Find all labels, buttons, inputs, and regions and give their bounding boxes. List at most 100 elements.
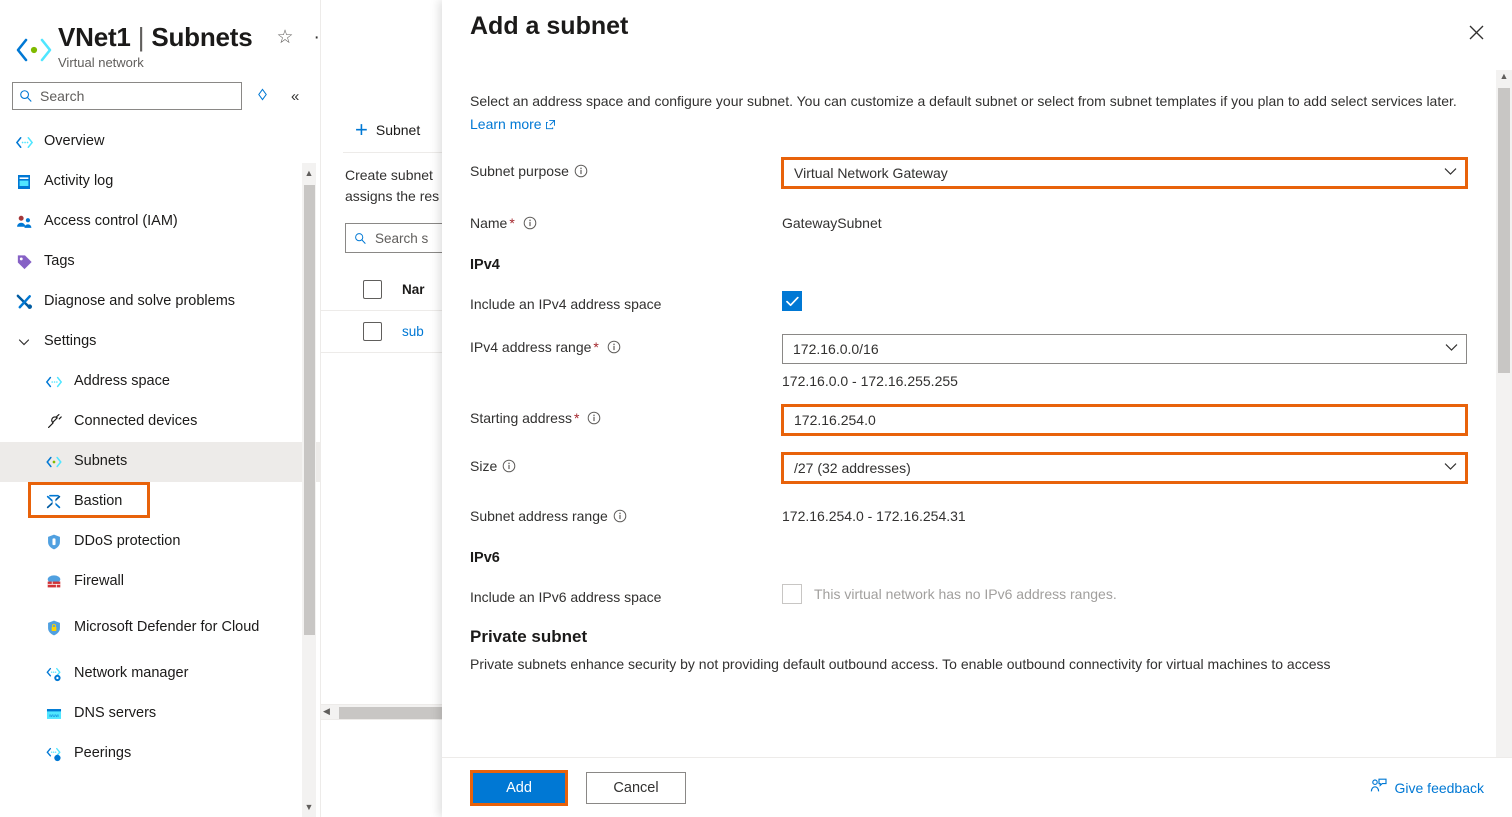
- info-icon[interactable]: [587, 411, 601, 425]
- sidebar-item-label: Diagnose and solve problems: [44, 293, 236, 310]
- subnet-name-link[interactable]: sub: [402, 324, 424, 339]
- private-subnet-heading: Private subnet: [470, 627, 588, 647]
- azure-portal-screen: VNet1 | Subnets ☆ ··· Virtual network Se…: [0, 0, 1512, 817]
- info-icon[interactable]: [574, 164, 588, 178]
- peerings-icon: [44, 744, 64, 764]
- defender-icon: [44, 618, 64, 638]
- sidebar-item-firewall[interactable]: Firewall: [0, 562, 320, 602]
- scroll-up-arrow[interactable]: ▲: [302, 165, 316, 181]
- panel-footer: Add Cancel Give feedback: [442, 757, 1512, 817]
- access-control-icon: [14, 212, 34, 232]
- subnets-search-placeholder: Search s: [375, 230, 429, 246]
- sidebar-scrollbar[interactable]: ▲ ▼: [302, 163, 316, 817]
- scrollbar-thumb[interactable]: [304, 185, 315, 635]
- required-indicator: *: [509, 215, 515, 232]
- sidebar-item-label: Bastion: [74, 493, 123, 510]
- sidebar-item-network-manager[interactable]: Network manager: [0, 654, 320, 694]
- sidebar-item-diagnose[interactable]: Diagnose and solve problems: [0, 282, 320, 322]
- chevron-down-icon: [1444, 462, 1457, 474]
- sidebar-item-connected-devices[interactable]: Connected devices: [0, 402, 320, 442]
- sidebar-item-label: Connected devices: [74, 413, 198, 430]
- field-label: IPv4 address range *: [470, 334, 782, 355]
- subnets-description: Create subnet assigns the res: [321, 153, 450, 207]
- collapse-icon[interactable]: «: [291, 88, 299, 105]
- scroll-down-arrow[interactable]: ▼: [302, 799, 316, 815]
- sidebar-item-peerings[interactable]: Peerings: [0, 734, 320, 774]
- subnets-description-line2: assigns the res: [345, 188, 440, 204]
- size-dropdown[interactable]: /27 (32 addresses): [782, 453, 1467, 484]
- sidebar-item-overview[interactable]: Overview: [0, 122, 320, 162]
- firewall-icon: [44, 572, 64, 592]
- search-icon: [355, 232, 366, 244]
- subnets-search-input[interactable]: Search s: [345, 223, 450, 253]
- scrollbar-thumb[interactable]: [1498, 88, 1510, 373]
- subnets-horizontal-scrollbar[interactable]: ◀: [321, 704, 450, 720]
- tags-icon: [14, 252, 34, 272]
- learn-more-link[interactable]: Learn more: [470, 116, 542, 132]
- ipv4-range-dropdown[interactable]: 172.16.0.0/16: [782, 334, 1467, 365]
- scrollbar-thumb[interactable]: [339, 707, 450, 719]
- check-icon: [785, 296, 799, 306]
- ipv4-range-helper-text: 172.16.0.0 - 172.16.255.255: [782, 373, 958, 390]
- feedback-label: Give feedback: [1394, 779, 1485, 796]
- table-row[interactable]: sub: [321, 311, 450, 353]
- field-label: Include an IPv4 address space: [470, 291, 782, 312]
- search-icon: [20, 90, 32, 102]
- bastion-icon: [44, 492, 64, 512]
- cancel-button[interactable]: Cancel: [586, 771, 686, 804]
- sidebar-item-tags[interactable]: Tags: [0, 242, 320, 282]
- svg-text:www: www: [49, 713, 59, 718]
- include-ipv4-label: Include an IPv4 address space: [470, 296, 662, 313]
- sidebar-item-label: Network manager: [74, 665, 189, 682]
- close-icon[interactable]: [1460, 16, 1492, 48]
- subnet-purpose-dropdown[interactable]: Virtual Network Gateway: [782, 158, 1467, 189]
- add-button[interactable]: Add: [473, 772, 565, 803]
- panel-scrollbar[interactable]: ▲: [1496, 70, 1512, 757]
- field-control: /27 (32 addresses): [782, 453, 1468, 484]
- search-input[interactable]: Search: [12, 82, 242, 110]
- add-subnet-command-label[interactable]: Subnet: [376, 122, 420, 138]
- info-icon[interactable]: [607, 340, 621, 354]
- virtual-network-icon: [14, 30, 54, 70]
- star-icon[interactable]: ☆: [277, 28, 294, 47]
- plus-icon[interactable]: +: [355, 119, 368, 141]
- dns-servers-icon: www: [44, 704, 64, 724]
- info-icon[interactable]: [613, 509, 627, 523]
- field-include-ipv4: Include an IPv4 address space: [470, 291, 1468, 312]
- give-feedback-link[interactable]: Give feedback: [1370, 778, 1485, 797]
- sidebar-item-label: Microsoft Defender for Cloud: [74, 619, 260, 636]
- sidebar-item-activity-log[interactable]: Activity log: [0, 162, 320, 202]
- scroll-up-arrow[interactable]: ▲: [1496, 71, 1512, 81]
- field-label: Include an IPv6 address space: [470, 584, 782, 605]
- panel-title: Add a subnet: [470, 12, 629, 40]
- diagnose-icon: [14, 292, 34, 312]
- starting-address-input[interactable]: 172.16.254.0: [782, 405, 1467, 436]
- sidebar-item-defender-for-cloud[interactable]: Microsoft Defender for Cloud: [0, 602, 320, 654]
- sidebar-item-dns-servers[interactable]: www DNS servers: [0, 694, 320, 734]
- sidebar-item-access-control[interactable]: Access control (IAM): [0, 202, 320, 242]
- info-icon[interactable]: [523, 216, 537, 230]
- sidebar-item-label: Access control (IAM): [44, 213, 178, 230]
- panel-description-text: Select an address space and configure yo…: [470, 93, 1457, 109]
- sidebar-item-subnets[interactable]: Subnets: [0, 442, 320, 482]
- pin-icon[interactable]: [256, 88, 269, 104]
- sidebar-item-label: Firewall: [74, 573, 124, 590]
- select-all-checkbox[interactable]: [363, 280, 382, 299]
- include-ipv4-checkbox[interactable]: [782, 291, 802, 312]
- scroll-left-arrow[interactable]: ◀: [323, 706, 330, 717]
- panel-body: Select an address space and configure yo…: [442, 70, 1496, 757]
- field-ipv4-range: IPv4 address range * 172.16.0.0/16 172.1…: [470, 334, 1468, 389]
- row-checkbox[interactable]: [363, 322, 382, 341]
- name-label: Name: [470, 215, 508, 232]
- info-icon[interactable]: [502, 459, 516, 473]
- sidebar-item-ddos-protection[interactable]: DDoS protection: [0, 522, 320, 562]
- include-ipv6-checkbox: [782, 584, 802, 605]
- field-control: Virtual Network Gateway: [782, 158, 1468, 189]
- starting-address-label: Starting address: [470, 410, 572, 427]
- table-header-row: Nar: [321, 269, 450, 311]
- activity-log-icon: [14, 172, 34, 192]
- sidebar-group-settings[interactable]: Settings: [0, 322, 320, 362]
- sidebar-item-address-space[interactable]: Address space: [0, 362, 320, 402]
- include-ipv6-label: Include an IPv6 address space: [470, 589, 662, 606]
- sidebar-item-bastion[interactable]: Bastion: [0, 482, 320, 522]
